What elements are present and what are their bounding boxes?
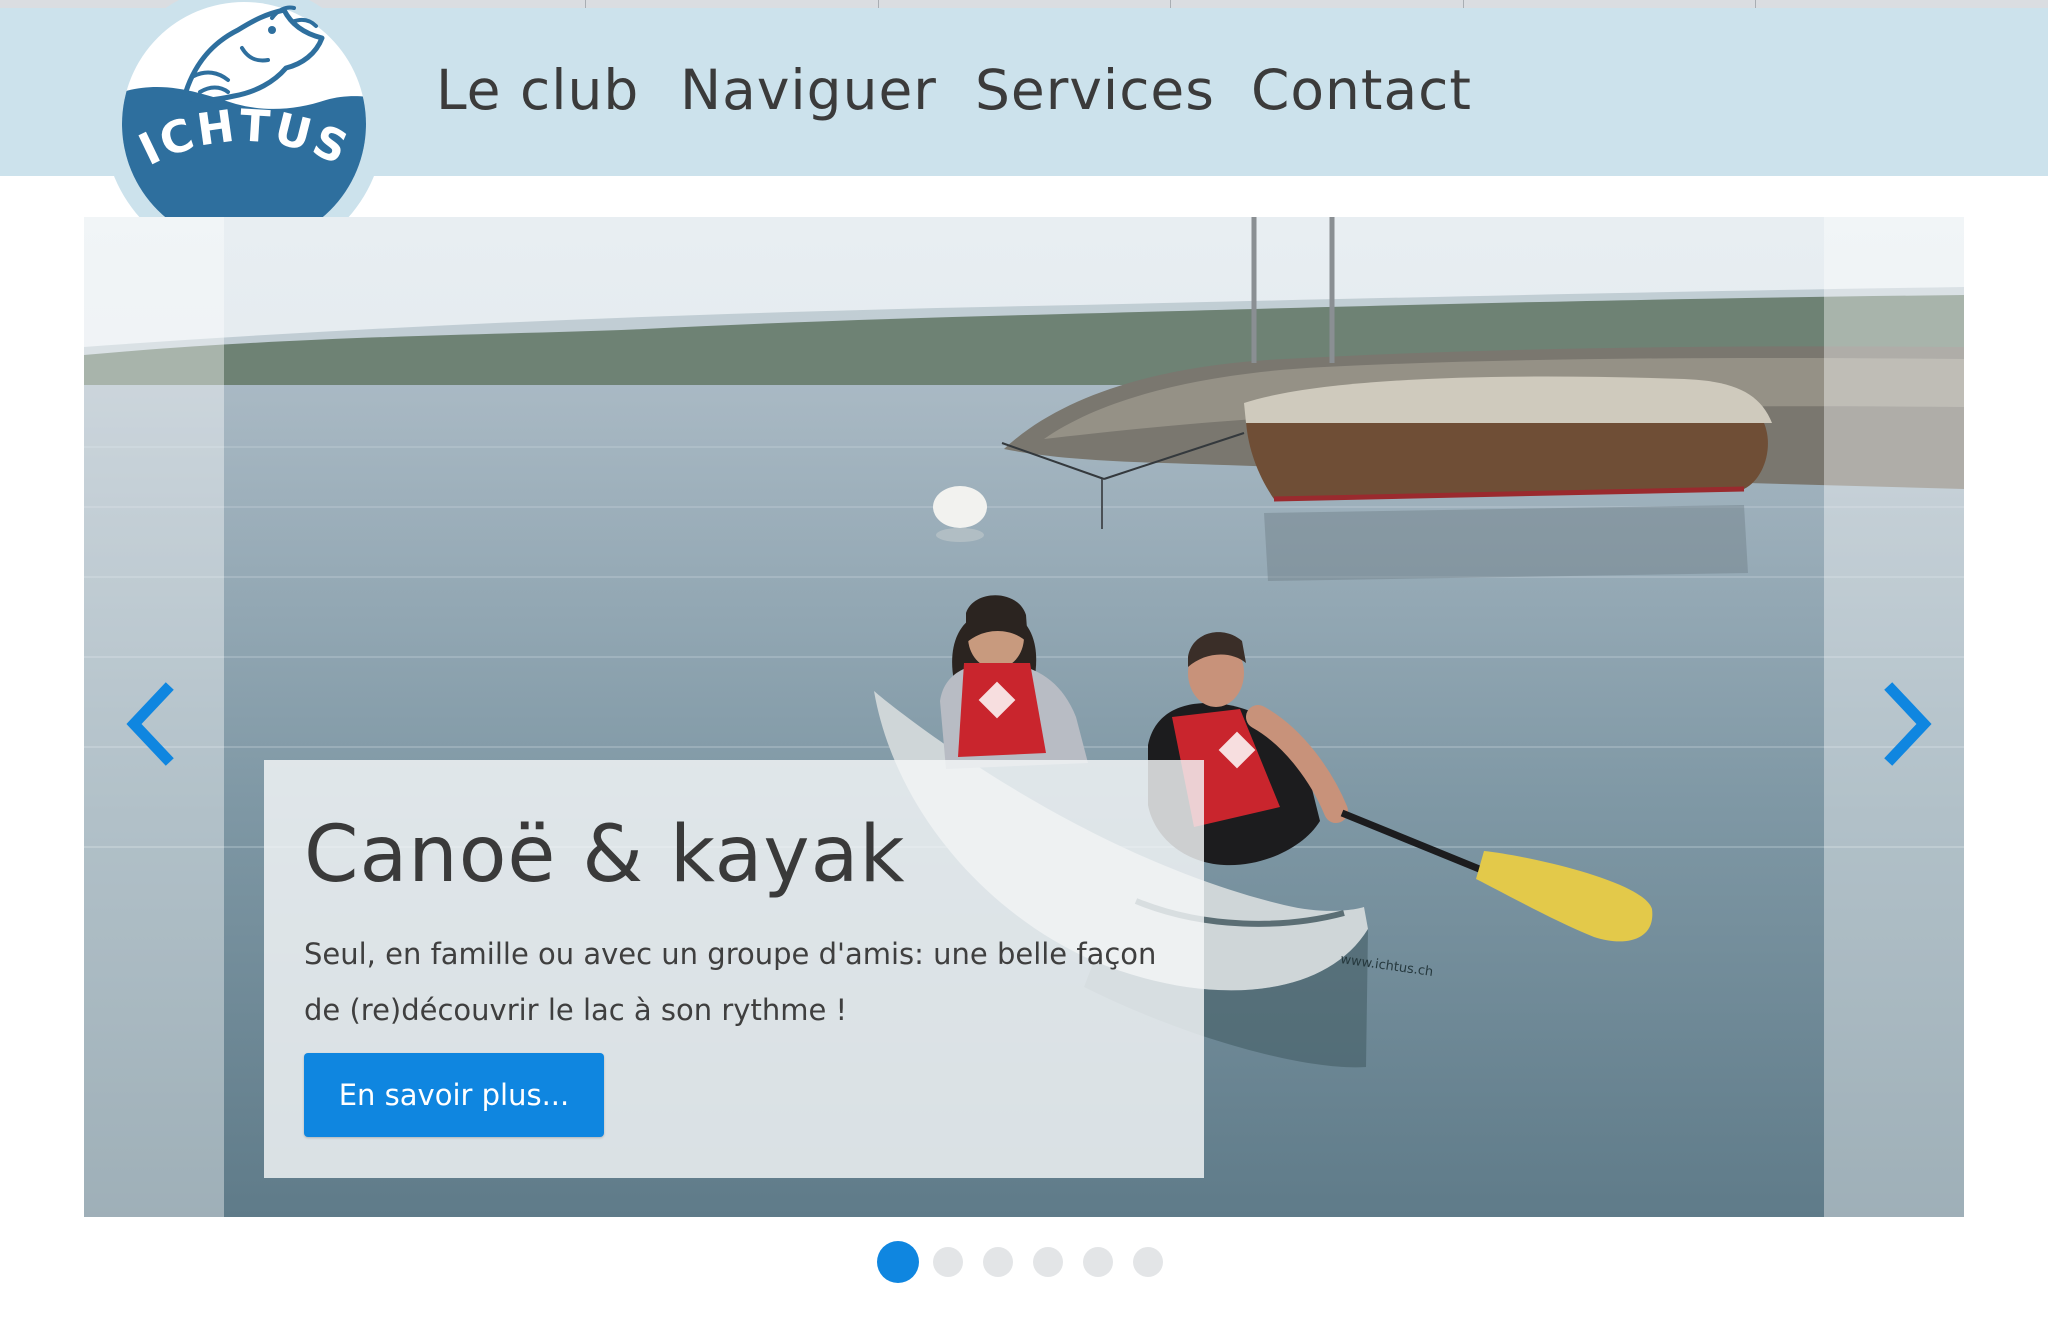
nav-item-naviguer[interactable]: Naviguer (680, 58, 937, 122)
chevron-right-icon (1884, 682, 1932, 766)
slide-title: Canoë & kayak (304, 810, 906, 900)
carousel-dot[interactable] (933, 1247, 963, 1277)
carousel-dot[interactable] (1033, 1247, 1063, 1277)
nav-item-services[interactable]: Services (975, 58, 1215, 122)
chevron-left-icon (126, 682, 174, 766)
carousel-next-button[interactable] (1876, 682, 1936, 766)
carousel-dot[interactable] (1083, 1247, 1113, 1277)
nav-item-contact[interactable]: Contact (1251, 58, 1472, 122)
carousel-indicators (0, 1240, 2048, 1284)
carousel-dot[interactable] (983, 1247, 1013, 1277)
carousel-dot[interactable] (877, 1241, 919, 1283)
carousel-dot[interactable] (1133, 1247, 1163, 1277)
slide-caption: Canoë & kayak Seul, en famille ou avec u… (264, 760, 1204, 1178)
learn-more-button[interactable]: En savoir plus... (304, 1053, 604, 1137)
slide-description: Seul, en famille ou avec un groupe d'ami… (304, 937, 1157, 1027)
carousel-prev-button[interactable] (122, 682, 182, 766)
nav-item-le-club[interactable]: Le club (436, 58, 639, 122)
